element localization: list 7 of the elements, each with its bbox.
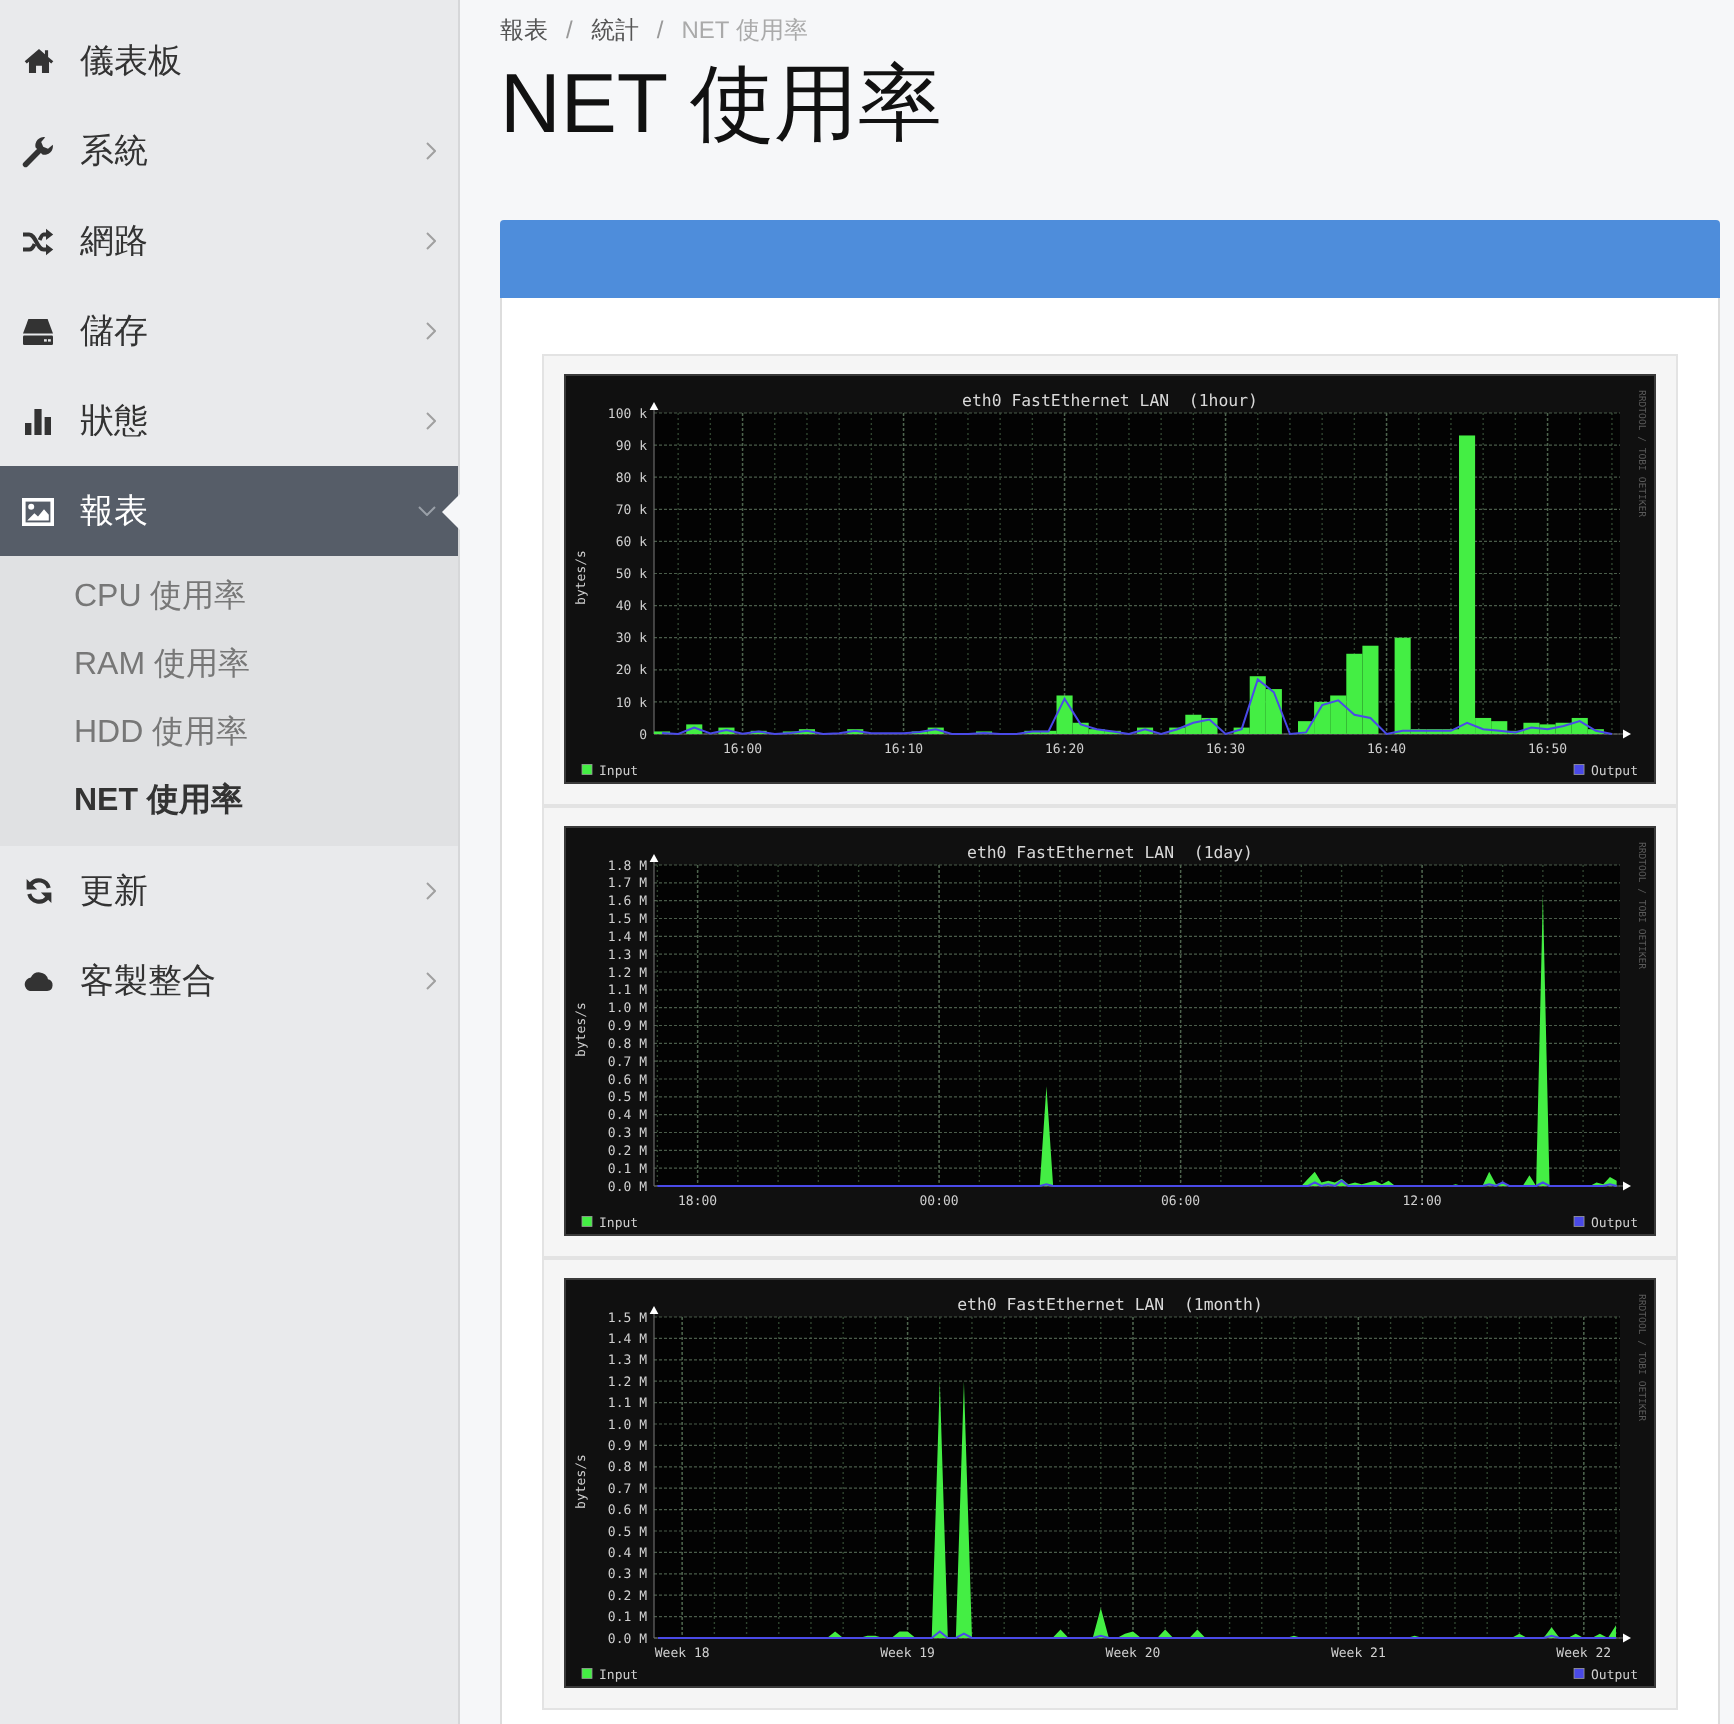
chart-title: eth0 FastEthernet LAN (1hour) [962, 390, 1258, 410]
breadcrumb-current: NET 使用率 [681, 14, 808, 46]
chart-title: eth0 FastEthernet LAN (1day) [967, 842, 1253, 862]
page-title: NET 使用率 [500, 54, 942, 154]
breadcrumb-separator: / [566, 14, 573, 46]
breadcrumb-separator: / [656, 14, 664, 46]
chart-title: eth0 FastEthernet LAN (1month) [957, 1294, 1263, 1314]
